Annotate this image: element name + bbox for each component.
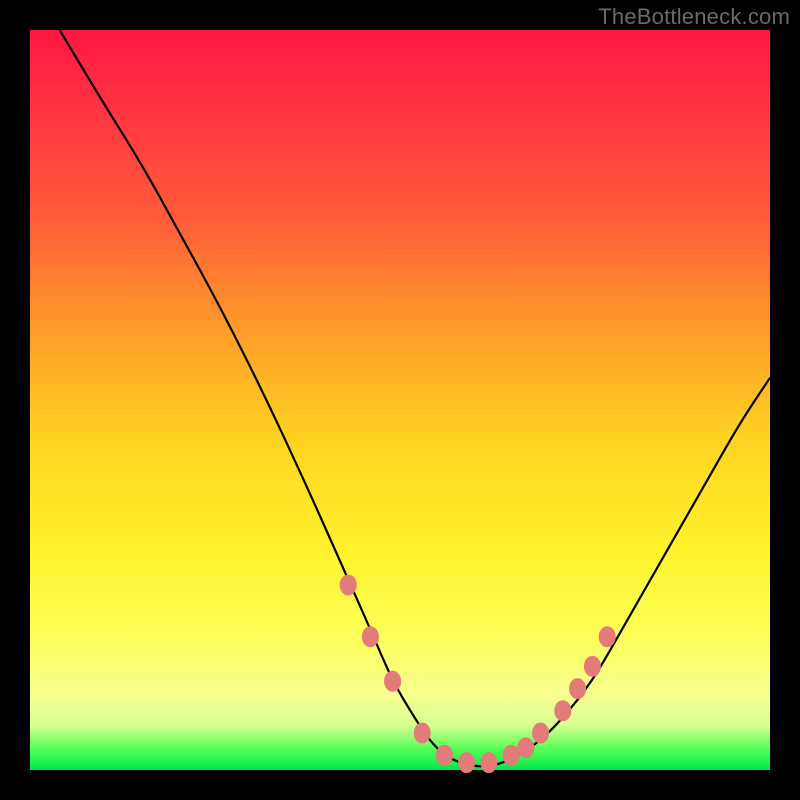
marker-point	[459, 753, 475, 773]
curve-svg	[30, 30, 770, 770]
plot-area	[30, 30, 770, 770]
marker-point	[481, 753, 497, 773]
marker-point	[503, 745, 519, 765]
marker-group	[340, 575, 615, 773]
marker-point	[533, 723, 549, 743]
marker-point	[414, 723, 430, 743]
marker-point	[518, 738, 534, 758]
chart-frame: TheBottleneck.com	[0, 0, 800, 800]
marker-point	[584, 656, 600, 676]
marker-point	[385, 671, 401, 691]
marker-point	[340, 575, 356, 595]
marker-point	[362, 627, 378, 647]
marker-point	[436, 745, 452, 765]
marker-point	[570, 679, 586, 699]
bottleneck-curve	[60, 30, 770, 766]
marker-point	[555, 701, 571, 721]
watermark-text: TheBottleneck.com	[598, 4, 790, 30]
marker-point	[599, 627, 615, 647]
